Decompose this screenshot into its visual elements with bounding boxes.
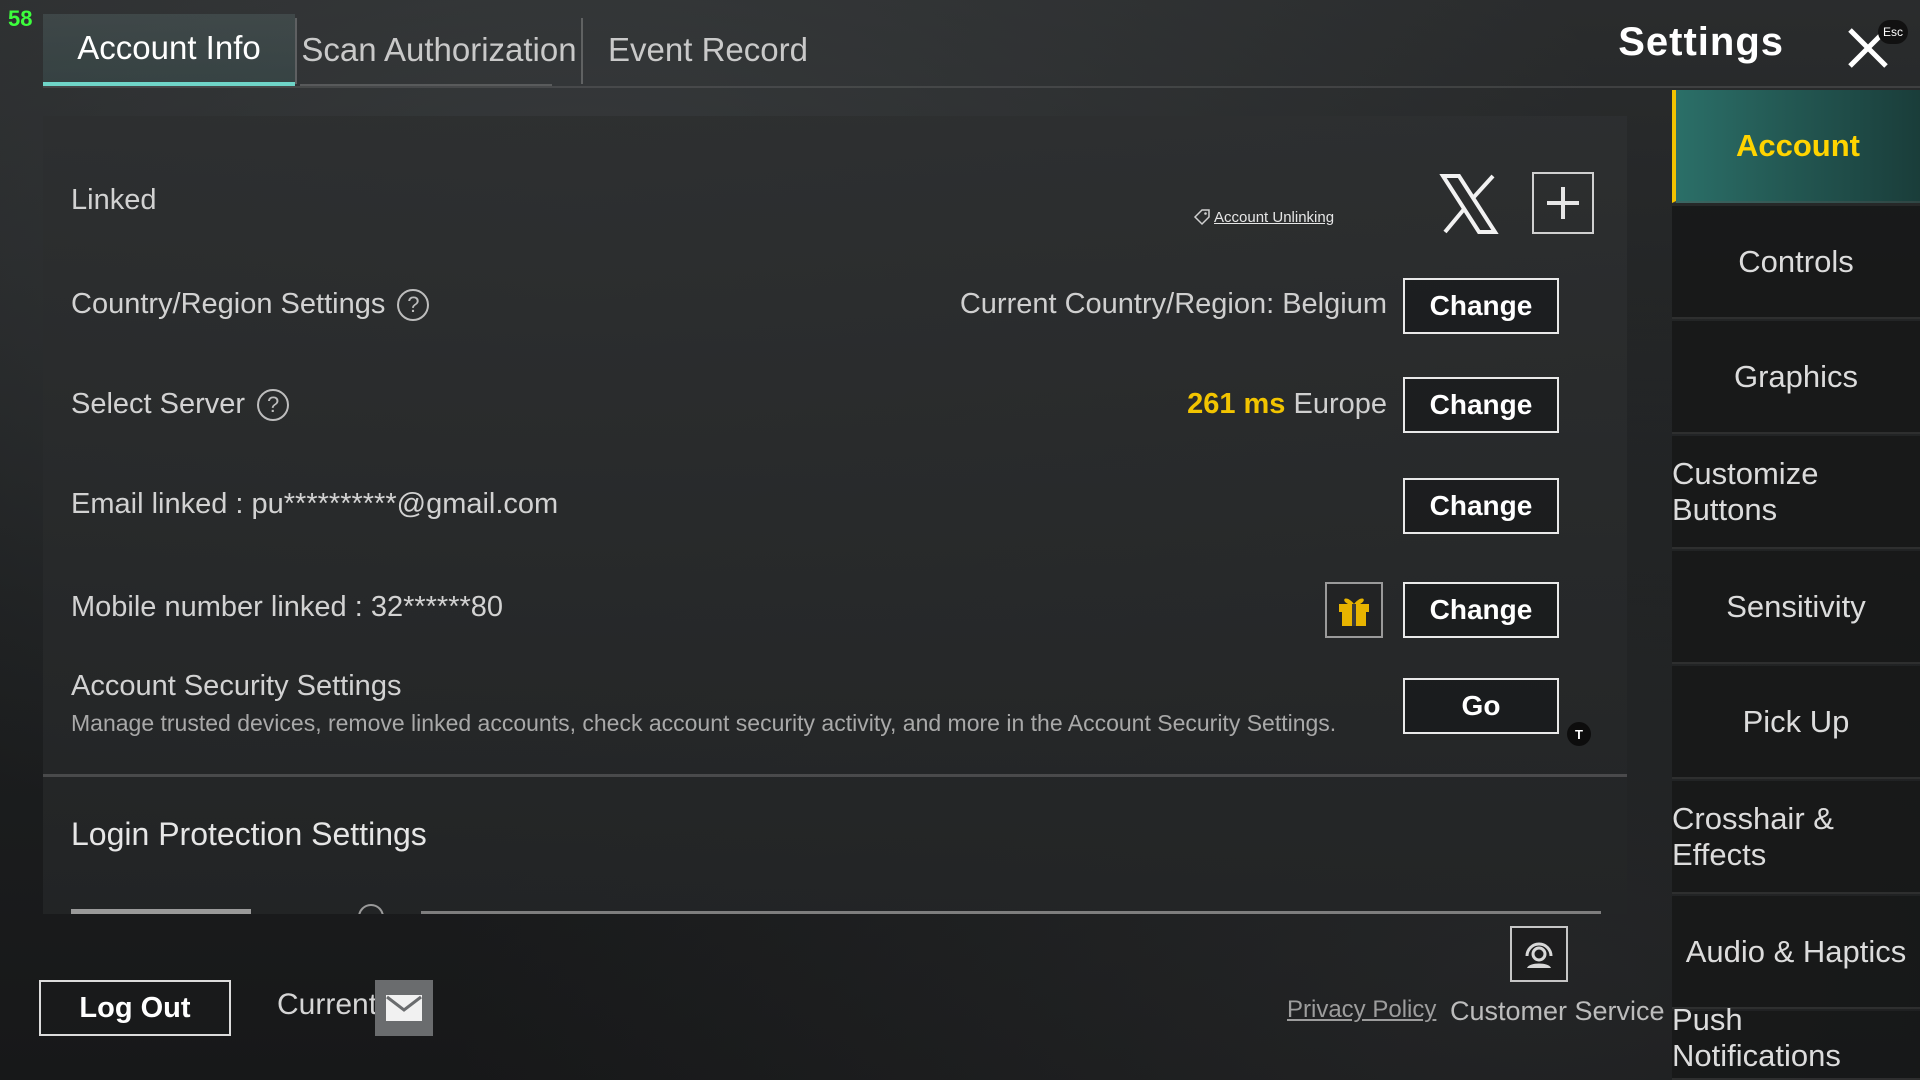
clipped-row	[71, 902, 1601, 914]
page-title: Settings	[1618, 20, 1784, 64]
sidebar-item-audio-haptics[interactable]: Audio & Haptics	[1672, 896, 1920, 1009]
gift-button[interactable]	[1325, 582, 1383, 638]
current-label: Current	[277, 988, 378, 1021]
change-email-button[interactable]: Change	[1403, 478, 1559, 534]
email-linked-label: Email linked : pu**********@gmail.com	[71, 488, 559, 520]
account-security-go-button[interactable]: Go	[1403, 678, 1559, 734]
account-info-panel: Linked Account Unlinking Country/Region …	[43, 116, 1627, 914]
section-divider	[43, 774, 1627, 777]
headset-icon	[1525, 942, 1553, 968]
current-country: Current Country/Region: Belgium	[959, 288, 1387, 320]
tag-icon	[1193, 209, 1210, 226]
settings-sidebar: Account Controls Graphics Customize Butt…	[1672, 90, 1920, 1080]
esc-hint: Esc	[1878, 20, 1908, 44]
account-unlinking-link[interactable]: Account Unlinking	[1193, 208, 1334, 226]
select-server-text: Select Server	[71, 388, 246, 420]
help-icon[interactable]: ?	[257, 389, 290, 422]
mail-icon	[386, 995, 422, 1021]
x-logo-icon	[1439, 174, 1499, 234]
tab-bar: Account Info Scan Authorization Event Re…	[43, 14, 833, 86]
sidebar-item-pick-up[interactable]: Pick Up	[1672, 666, 1920, 779]
hotkey-badge: T	[1567, 722, 1591, 746]
login-protection-title: Login Protection Settings	[71, 816, 427, 852]
sidebar-item-push-notifications[interactable]: Push Notifications	[1672, 1002, 1920, 1080]
header-divider	[43, 86, 1920, 88]
server-region: Europe	[1293, 388, 1387, 420]
linked-label: Linked	[71, 184, 157, 216]
fps-counter: 58	[8, 6, 33, 31]
x-account-button[interactable]	[1437, 172, 1501, 236]
country-region-text: Country/Region Settings	[71, 288, 386, 320]
sidebar-item-account[interactable]: Account	[1672, 90, 1920, 203]
mobile-linked-label: Mobile number linked : 32******80	[71, 591, 504, 623]
settings-screen: 58 Account Info Scan Authorization Event…	[0, 0, 1920, 1080]
sidebar-item-controls[interactable]: Controls	[1672, 206, 1920, 319]
account-security-title: Account Security Settings	[71, 670, 402, 702]
customer-service-button[interactable]	[1510, 926, 1568, 982]
privacy-policy-link[interactable]: Privacy Policy	[1287, 996, 1436, 1024]
account-security-description: Manage trusted devices, remove linked ac…	[71, 710, 1337, 736]
change-server-button[interactable]: Change	[1403, 377, 1559, 433]
sidebar-item-customize-buttons[interactable]: Customize Buttons	[1672, 436, 1920, 549]
tab-event-record[interactable]: Event Record	[583, 14, 833, 86]
tab-account-info[interactable]: Account Info	[43, 14, 295, 86]
sidebar-item-graphics[interactable]: Graphics	[1672, 321, 1920, 434]
tab-scan-authorization[interactable]: Scan Authorization	[297, 14, 581, 86]
plus-icon	[1547, 187, 1579, 219]
help-icon[interactable]: ?	[397, 289, 430, 322]
country-region-label: Country/Region Settings?	[71, 288, 430, 322]
customer-service-label[interactable]: Customer Service	[1450, 996, 1665, 1027]
server-ping: 261 ms	[1187, 388, 1286, 420]
account-unlinking-label: Account Unlinking	[1214, 208, 1335, 226]
clipped-row-text	[71, 904, 1601, 914]
logout-button[interactable]: Log Out	[39, 980, 231, 1036]
change-mobile-button[interactable]: Change	[1403, 582, 1559, 638]
sidebar-item-sensitivity[interactable]: Sensitivity	[1672, 551, 1920, 664]
gift-icon	[1339, 598, 1369, 626]
select-server-label: Select Server?	[71, 388, 290, 422]
sidebar-item-crosshair-effects[interactable]: Crosshair & Effects	[1672, 781, 1920, 894]
add-link-button[interactable]	[1532, 172, 1594, 234]
current-mail-button[interactable]	[375, 980, 433, 1036]
server-status: 261 ms Europe	[1187, 388, 1387, 421]
change-country-button[interactable]: Change	[1403, 278, 1559, 334]
